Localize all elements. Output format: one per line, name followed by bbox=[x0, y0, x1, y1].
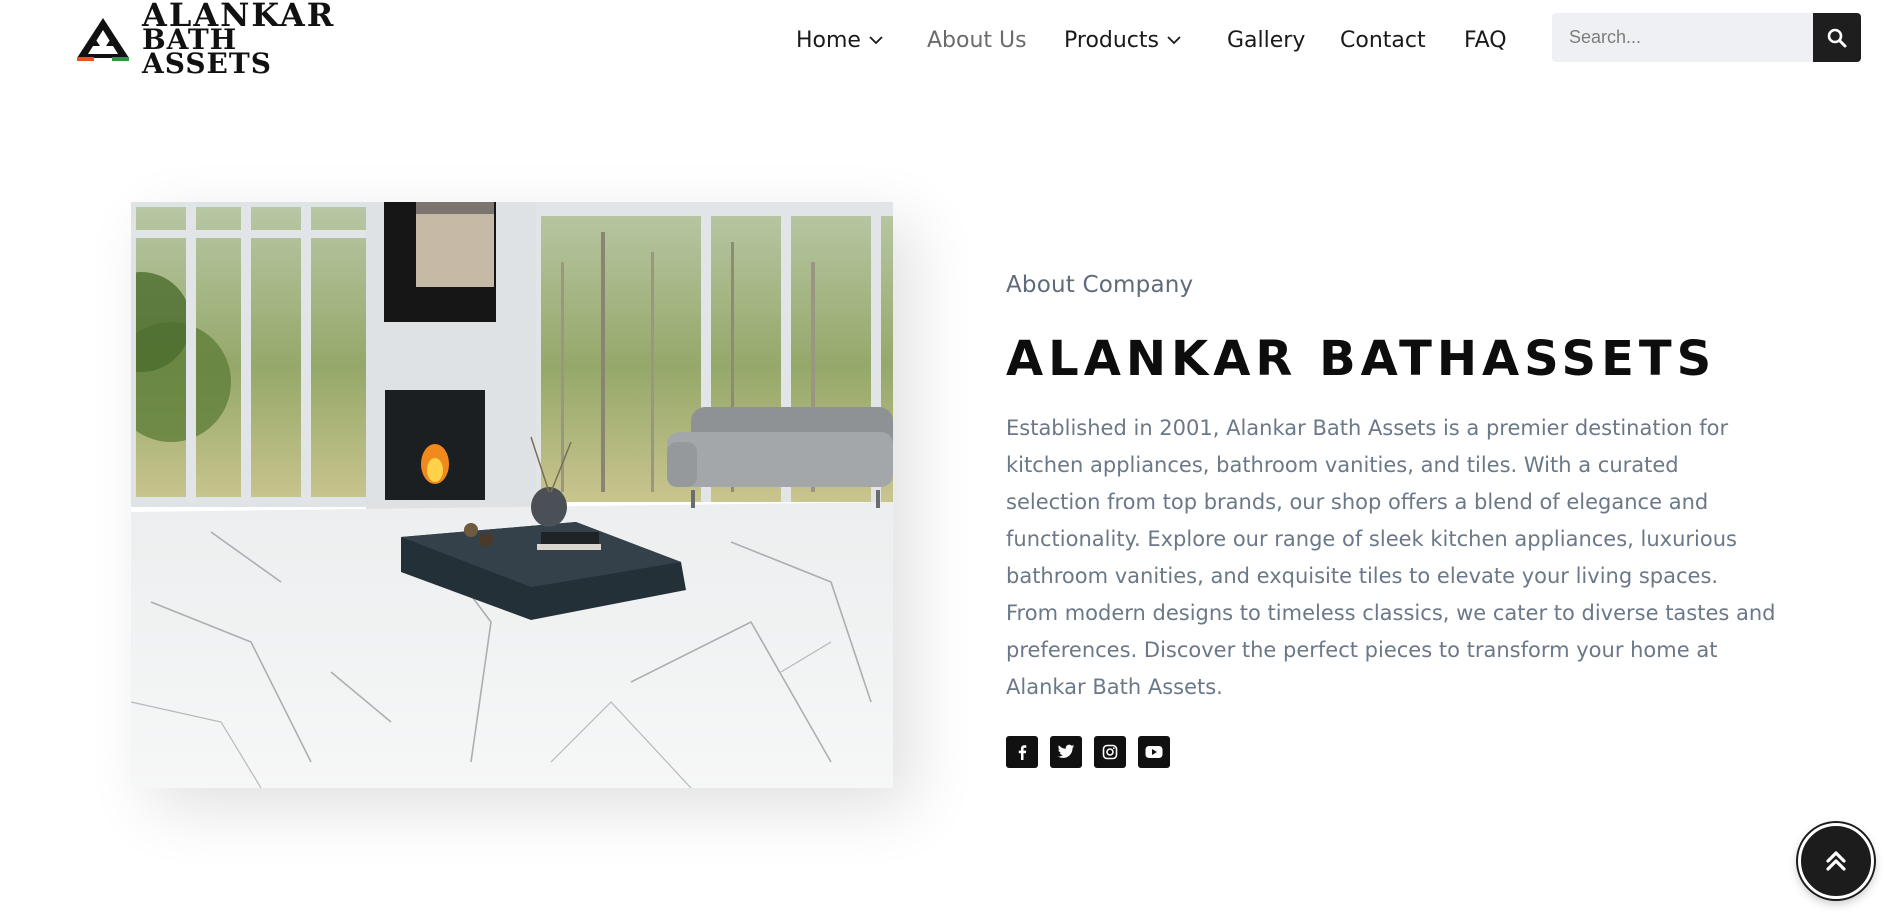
twitter-icon bbox=[1057, 744, 1075, 758]
twitter-link[interactable] bbox=[1050, 736, 1082, 768]
about-section: About Company ALANKAR BATHASSETS Establi… bbox=[1006, 272, 1776, 768]
social-links bbox=[1006, 736, 1776, 768]
nav-item-label: FAQ bbox=[1464, 27, 1507, 53]
youtube-icon bbox=[1145, 746, 1163, 758]
nav-item-label: About Us bbox=[927, 27, 1027, 53]
nav-item-label: Contact bbox=[1340, 27, 1426, 53]
nav-item-products[interactable]: Products bbox=[1064, 22, 1182, 58]
section-title: ALANKAR BATHASSETS bbox=[1006, 331, 1717, 387]
section-eyebrow: About Company bbox=[1006, 272, 1194, 298]
brand-logo[interactable]: ALANKAR BATH ASSETS bbox=[74, 0, 364, 78]
nav-item-label: Home bbox=[796, 27, 861, 53]
nav-item-label: Gallery bbox=[1227, 27, 1306, 53]
logo-mark-icon bbox=[77, 18, 129, 61]
nav-item-gallery[interactable]: Gallery bbox=[1227, 22, 1305, 58]
about-hero-image bbox=[131, 202, 893, 788]
search-icon bbox=[1827, 28, 1847, 47]
search-button[interactable] bbox=[1813, 13, 1861, 62]
double-chevron-up-icon bbox=[1826, 851, 1846, 871]
brand-name-line2: BATH ASSETS bbox=[142, 23, 272, 80]
site-header: ALANKAR BATH ASSETS Home About Us Produc… bbox=[0, 0, 1897, 80]
chevron-down-icon bbox=[1167, 36, 1181, 45]
brand-name: ALANKAR BATH ASSETS bbox=[142, 0, 364, 80]
search-bar bbox=[1552, 13, 1861, 62]
living-room-photo bbox=[131, 202, 893, 788]
facebook-icon bbox=[1018, 745, 1027, 760]
about-description: Established in 2001, Alankar Bath Assets… bbox=[1006, 416, 1776, 699]
nav-item-contact[interactable]: Contact bbox=[1340, 22, 1426, 58]
instagram-link[interactable] bbox=[1094, 736, 1126, 768]
nav-item-label: Products bbox=[1064, 27, 1159, 53]
facebook-link[interactable] bbox=[1006, 736, 1038, 768]
nav-item-about-us[interactable]: About Us bbox=[927, 22, 1027, 58]
nav-item-home[interactable]: Home bbox=[796, 22, 884, 58]
chevron-down-icon bbox=[869, 36, 883, 45]
nav-item-faq[interactable]: FAQ bbox=[1464, 22, 1507, 58]
instagram-icon bbox=[1102, 744, 1118, 760]
back-to-top-button[interactable] bbox=[1798, 823, 1874, 899]
search-input[interactable] bbox=[1552, 13, 1813, 62]
youtube-link[interactable] bbox=[1138, 736, 1170, 768]
